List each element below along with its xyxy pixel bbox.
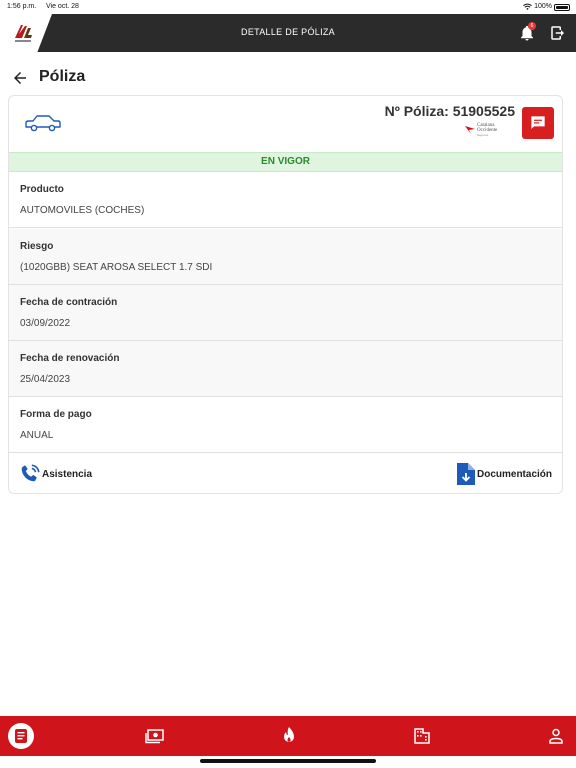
field-value: 03/09/2022: [20, 318, 71, 329]
nav-profile[interactable]: [544, 724, 568, 748]
documentation-label: Documentación: [477, 469, 553, 480]
assistance-label: Asistencia: [42, 469, 93, 480]
insurer-logo: Catalana Occidente Seguros: [465, 122, 509, 138]
field-value: AUTOMOVILES (COCHES): [20, 205, 145, 216]
notification-badge: 6: [528, 22, 536, 30]
field-value: 25/04/2023: [20, 374, 71, 385]
nav-policies[interactable]: [9, 724, 33, 748]
status-date: Vie oct. 28: [46, 3, 79, 10]
nav-claims[interactable]: [277, 724, 301, 748]
wifi-icon: [523, 3, 532, 10]
chat-button[interactable]: [522, 107, 554, 139]
policy-number: Nº Póliza: 51905525: [384, 103, 515, 119]
claims-icon: [284, 727, 294, 742]
field-value: (1020GBB) SEAT AROSA SELECT 1.7 SDI: [20, 262, 213, 273]
home-indicator: [200, 759, 376, 763]
policy-card: Nº Póliza: 51905525 Catalana Occidente S…: [8, 95, 563, 494]
car-icon: [25, 115, 61, 132]
field-value: ANUAL: [20, 430, 54, 441]
back-arrow-icon[interactable]: [10, 69, 30, 87]
policy-card-header: Nº Póliza: 51905525 Catalana Occidente S…: [9, 96, 562, 152]
app-header: DETALLE DE PÓLIZA 6: [0, 14, 576, 52]
field-fecha-renovacion: Fecha de renovación 25/04/2023: [9, 341, 562, 397]
nav-offices[interactable]: [410, 724, 434, 748]
offices-icon: [414, 728, 430, 744]
profile-icon: [549, 728, 563, 744]
phone-assistance-icon: [21, 464, 40, 482]
field-forma-pago: Forma de pago ANUAL: [9, 397, 562, 453]
header-title: DETALLE DE PÓLIZA: [241, 27, 335, 37]
field-label: Fecha de renovación: [20, 353, 120, 364]
field-label: Fecha de contración: [20, 297, 118, 308]
field-label: Forma de pago: [20, 409, 92, 420]
field-producto: Producto AUTOMOVILES (COCHES): [9, 172, 562, 228]
assistance-button[interactable]: Asistencia: [19, 462, 109, 486]
nav-payments[interactable]: [143, 724, 167, 748]
status-bar: 1:56 p.m. Vie oct. 28 100%: [0, 0, 576, 14]
policy-status-badge: EN VIGOR: [9, 152, 562, 172]
field-fecha-contratacion: Fecha de contración 03/09/2022: [9, 285, 562, 341]
battery-icon: [554, 4, 570, 11]
battery-percentage: 100%: [534, 3, 552, 10]
payments-icon: [145, 729, 164, 744]
policy-icon: [15, 729, 27, 743]
field-riesgo: Riesgo (1020GBB) SEAT AROSA SELECT 1.7 S…: [9, 229, 562, 285]
page-title: Póliza: [39, 68, 86, 85]
status-time: 1:56 p.m.: [7, 3, 37, 10]
bottom-navigation: [0, 716, 576, 756]
logout-icon[interactable]: [549, 24, 567, 42]
policy-actions: Asistencia Documentación: [9, 453, 562, 493]
field-label: Producto: [20, 184, 64, 195]
chat-icon: [531, 116, 545, 129]
documentation-button[interactable]: Documentación: [455, 462, 555, 486]
document-download-icon: [457, 463, 475, 485]
insurer-mark-icon: [465, 126, 475, 134]
field-label: Riesgo: [20, 241, 54, 252]
